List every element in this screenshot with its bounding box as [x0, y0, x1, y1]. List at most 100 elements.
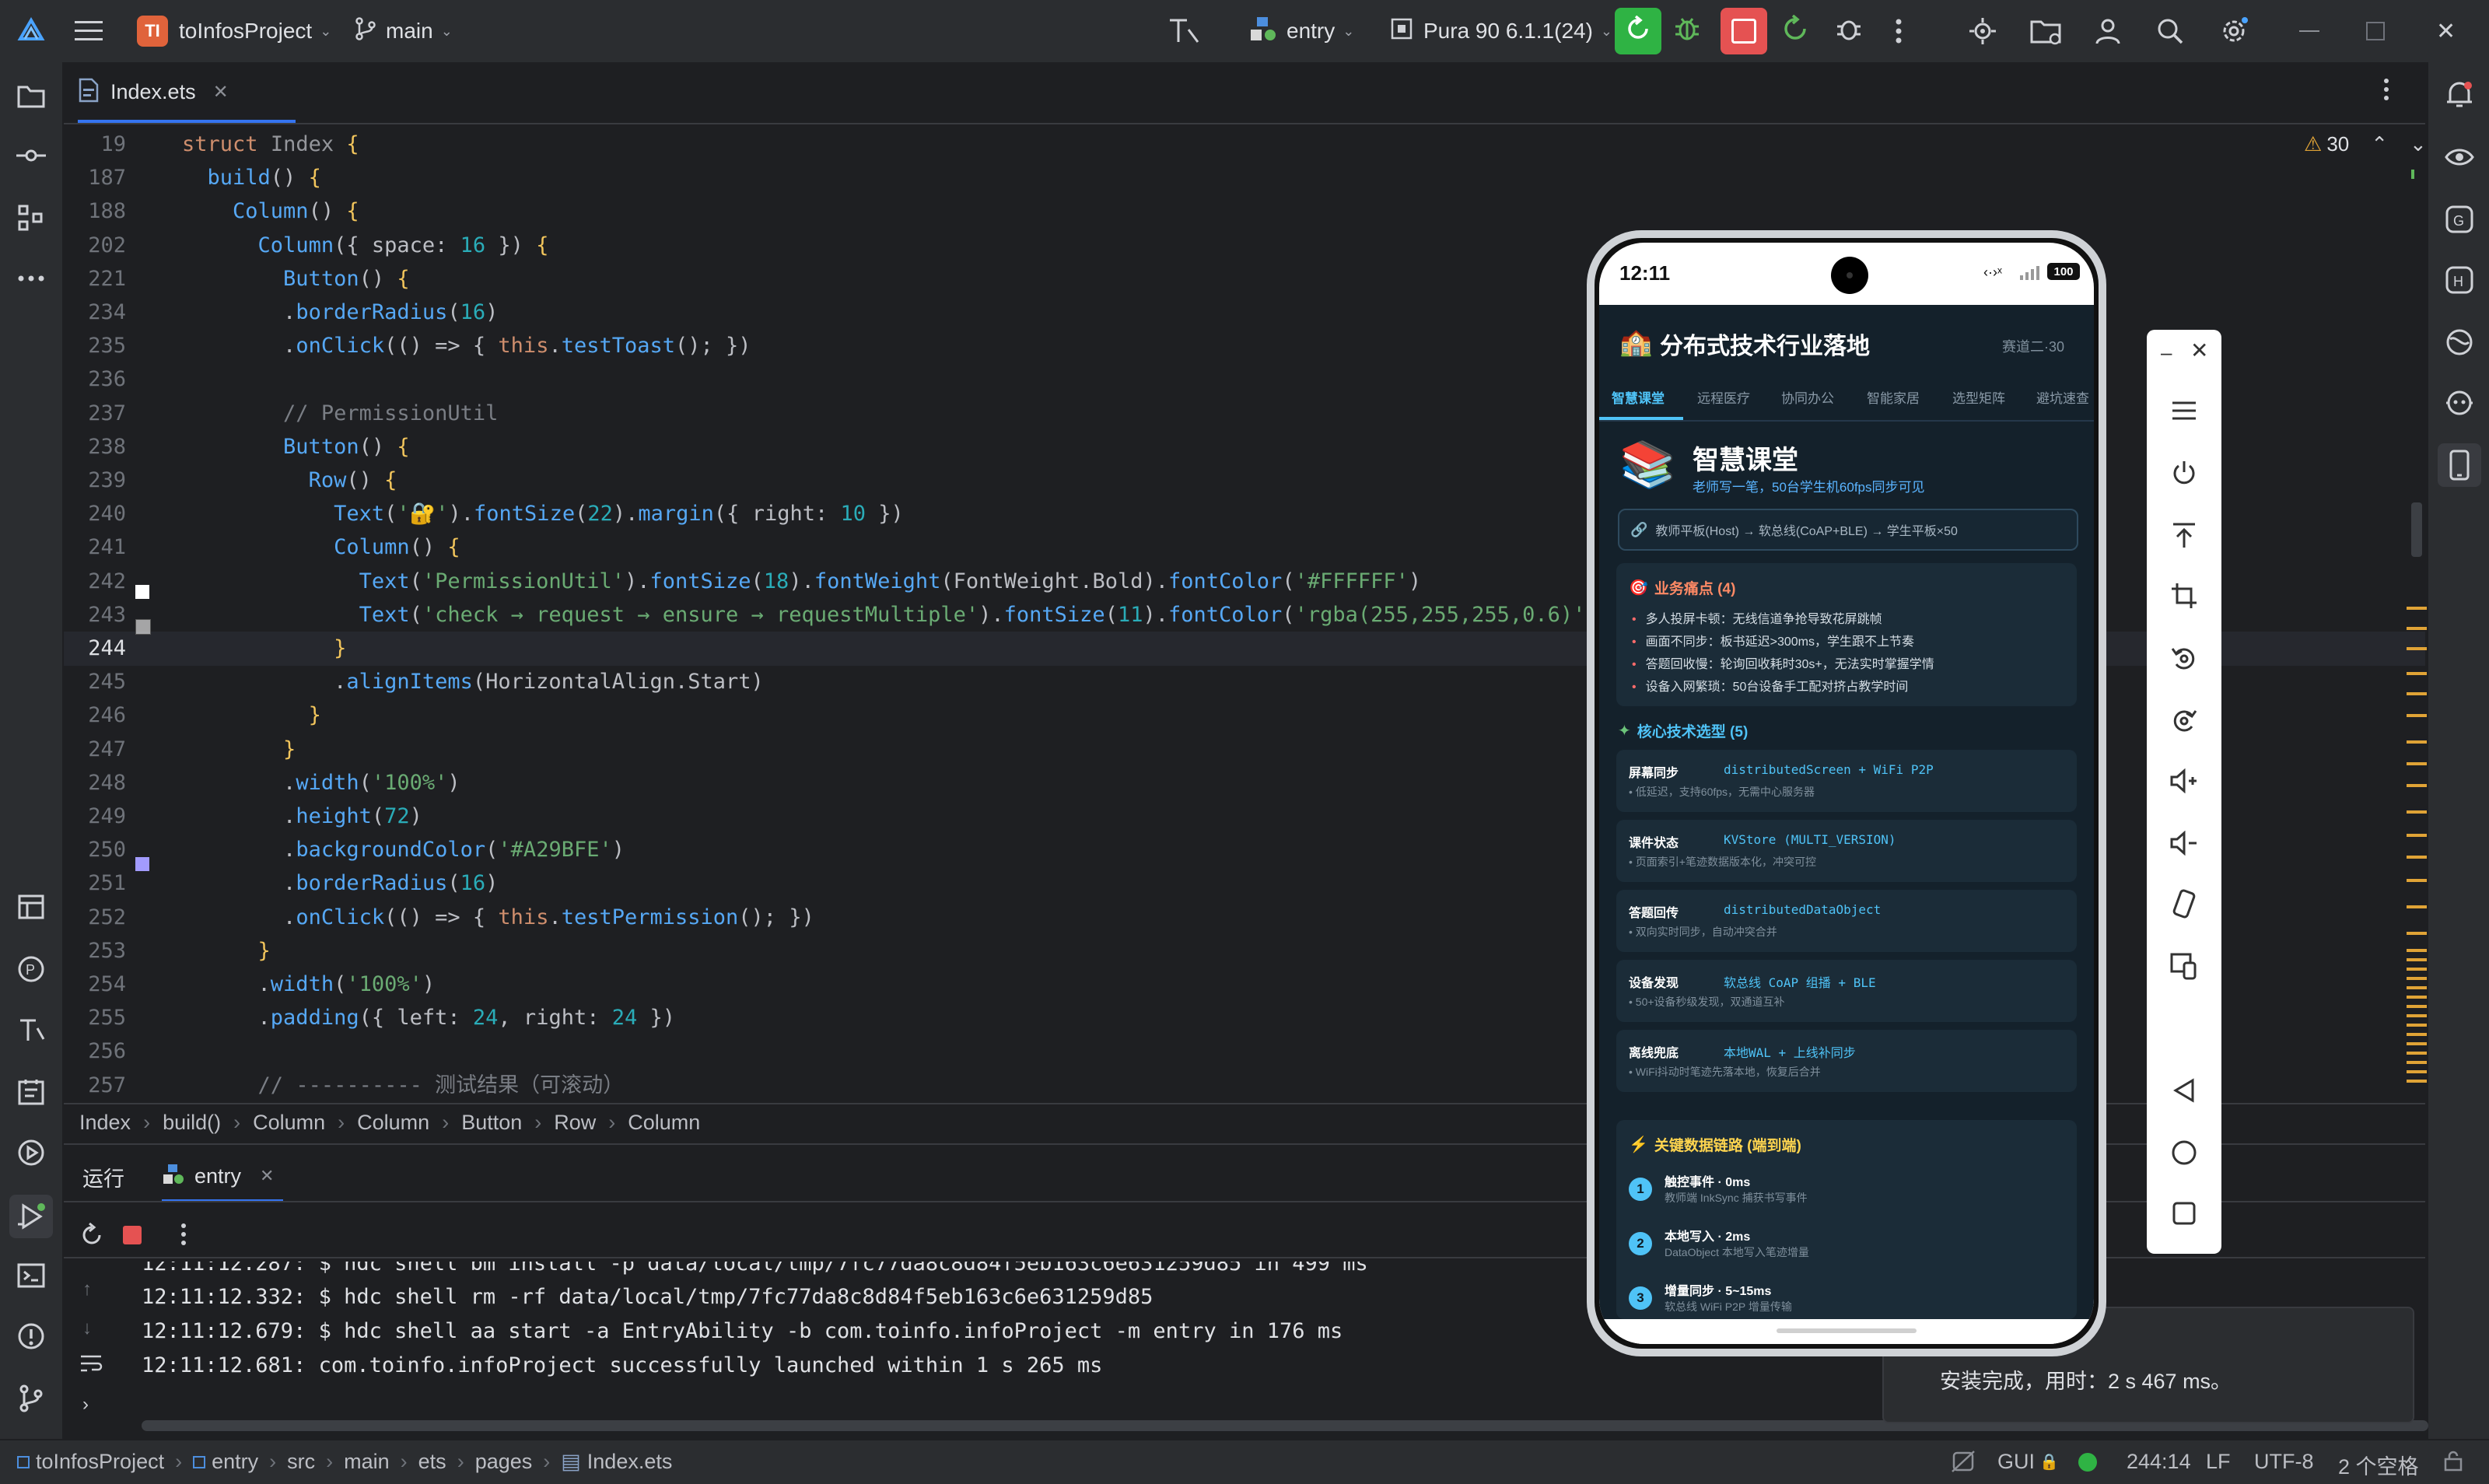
line-separator[interactable]: LF	[2206, 1450, 2231, 1474]
warning-stripe-mark[interactable]	[2407, 714, 2427, 717]
home-indicator[interactable]	[1777, 1328, 1917, 1333]
version-control-icon[interactable]	[12, 1380, 50, 1417]
warning-stripe-mark[interactable]	[2407, 692, 2427, 695]
warning-stripe-mark[interactable]	[2407, 932, 2427, 935]
more-actions-icon[interactable]	[180, 1223, 187, 1250]
warning-stripe-mark[interactable]	[2407, 1014, 2427, 1017]
warning-stripe-mark[interactable]	[2407, 834, 2427, 837]
volume-down-icon[interactable]	[2165, 824, 2203, 862]
path-item[interactable]: toInfosProject	[36, 1450, 164, 1474]
rotate-right-icon[interactable]	[2165, 702, 2203, 739]
multi-device-icon[interactable]	[2165, 947, 2203, 985]
harmony-icon[interactable]: H	[2441, 261, 2478, 299]
tab-entry-run[interactable]: entry ✕	[162, 1153, 284, 1202]
warning-stripe-mark[interactable]	[2407, 1080, 2427, 1083]
device-mirror-icon[interactable]	[2438, 443, 2481, 487]
terminal-icon[interactable]	[12, 1257, 50, 1294]
color-swatch-ffffff[interactable]	[135, 585, 149, 599]
warning-stripe-mark[interactable]	[2407, 1052, 2427, 1055]
soft-wrap-icon[interactable]	[79, 1353, 103, 1377]
expand-icon[interactable]: ›	[82, 1394, 89, 1416]
code-line[interactable]: 187 build() {	[64, 161, 2425, 195]
app-tab[interactable]: 选型矩阵	[1952, 387, 2005, 407]
close-emulator-icon[interactable]: ✕	[2190, 338, 2208, 363]
power-save-icon[interactable]	[1951, 1450, 1976, 1479]
app-tab[interactable]: 避坑速查	[2036, 387, 2089, 407]
problems-icon[interactable]	[12, 1318, 50, 1355]
structure-icon[interactable]	[12, 199, 50, 236]
branch-selector[interactable]: main ⌄	[355, 12, 453, 50]
app-tab[interactable]: 远程医疗	[1697, 387, 1750, 407]
settings-gear-icon[interactable]	[2218, 12, 2249, 50]
stop-icon[interactable]	[123, 1226, 142, 1244]
run-config-selector[interactable]: entry ⌄	[1249, 12, 1354, 50]
indent-setting[interactable]: 2 个空格	[2338, 1450, 2419, 1480]
device-selector[interactable]: Pura 90 6.1.1(24) ⌄	[1389, 12, 1612, 50]
warning-stripe-mark[interactable]	[2407, 607, 2427, 610]
warning-stripe-mark[interactable]	[2407, 968, 2427, 971]
search-icon[interactable]	[2156, 12, 2184, 50]
warning-stripe-mark[interactable]	[2407, 1005, 2427, 1008]
warning-stripe-mark[interactable]	[2407, 879, 2427, 882]
warning-stripe-mark[interactable]	[2407, 1033, 2427, 1036]
more-actions-icon[interactable]	[1895, 12, 1903, 50]
app-tab[interactable]: 协同办公	[1781, 387, 1834, 407]
breadcrumb-item[interactable]: Row	[554, 1111, 596, 1135]
breadcrumb-item[interactable]: Column	[357, 1111, 429, 1135]
layout-inspector-icon[interactable]	[12, 888, 50, 926]
notifications-bell-icon[interactable]	[2441, 76, 2478, 114]
code-line[interactable]: 19 struct Index {	[64, 128, 2425, 162]
commit-icon[interactable]	[12, 137, 50, 174]
breadcrumb-item[interactable]: Index	[79, 1111, 131, 1135]
breadcrumb-item[interactable]: Button	[461, 1111, 522, 1135]
tech-card[interactable]: 课件状态 KVStore (MULTI_VERSION) • 页面索引+笔迹数据版本…	[1616, 820, 2077, 882]
home-nav-icon[interactable]	[2165, 1134, 2203, 1171]
status-ok-dot[interactable]	[2078, 1453, 2097, 1472]
recents-nav-icon[interactable]	[2165, 1195, 2203, 1232]
rerun-button[interactable]	[1615, 8, 1661, 54]
project-selector[interactable]: TI toInfosProject ⌄	[137, 12, 331, 50]
warning-stripe-mark[interactable]	[2407, 856, 2427, 859]
cursor-position[interactable]: 244:14	[2127, 1450, 2191, 1474]
project-structure-icon[interactable]	[2030, 12, 2061, 50]
color-swatch-rgba[interactable]	[135, 619, 151, 635]
more-tools-icon[interactable]	[12, 260, 50, 297]
ai-assistant-icon[interactable]	[2441, 384, 2478, 422]
run-tool-window-icon[interactable]	[9, 1195, 53, 1238]
breadcrumb-item[interactable]: build()	[163, 1111, 221, 1135]
chevron-down-icon[interactable]: ⌄	[2410, 132, 2425, 156]
codegenie-icon[interactable]: G	[2441, 201, 2478, 238]
volume-up-icon[interactable]	[2165, 762, 2203, 800]
warning-stripe-mark[interactable]	[2407, 1070, 2427, 1073]
rotate-left-icon[interactable]	[2165, 639, 2203, 677]
close-tab-icon[interactable]: ✕	[213, 81, 229, 103]
warning-stripe-mark[interactable]	[2407, 672, 2427, 675]
shake-device-icon[interactable]	[2165, 885, 2203, 922]
back-nav-icon[interactable]	[2165, 1072, 2203, 1109]
breadcrumb-item[interactable]: Column	[253, 1111, 325, 1135]
warning-stripe-mark[interactable]	[2407, 986, 2427, 989]
services-icon[interactable]	[12, 1134, 50, 1171]
attach-debugger-button[interactable]	[1834, 12, 1864, 50]
account-icon[interactable]	[2094, 12, 2122, 50]
warning-stripe-mark[interactable]	[2407, 740, 2427, 744]
tech-card[interactable]: 离线兜底 本地WAL + 上线补同步 • WiFi抖动时笔迹先落本地，恢复后合并	[1616, 1030, 2077, 1092]
chevron-up-icon[interactable]: ⌃	[2371, 132, 2388, 156]
editor-scrollbar-thumb[interactable]	[2411, 502, 2422, 557]
gui-indicator[interactable]: GUI 🔒	[1997, 1450, 2059, 1474]
main-menu-icon[interactable]	[75, 12, 103, 50]
app-tab[interactable]: 智能家居	[1867, 387, 1920, 407]
warning-stripe-mark[interactable]	[2407, 905, 2427, 908]
path-item[interactable]: Index.ets	[587, 1450, 673, 1474]
stop-button[interactable]	[1721, 8, 1767, 54]
emulator-menu-icon[interactable]	[2165, 392, 2203, 429]
screenshot-crop-icon[interactable]	[2165, 577, 2203, 614]
warning-stripe-mark[interactable]	[2407, 996, 2427, 999]
minimize-emulator-icon[interactable]: –	[2161, 341, 2172, 365]
build-tool-icon[interactable]	[1167, 12, 1201, 50]
swirl-plugin-icon[interactable]	[2441, 324, 2478, 361]
tech-card[interactable]: 屏幕同步 distributedScreen + WiFi P2P • 低延迟，支持…	[1616, 750, 2077, 812]
build-icon[interactable]	[12, 1011, 50, 1048]
power-icon[interactable]	[2165, 454, 2203, 492]
close-tab-icon[interactable]: ✕	[260, 1166, 274, 1186]
